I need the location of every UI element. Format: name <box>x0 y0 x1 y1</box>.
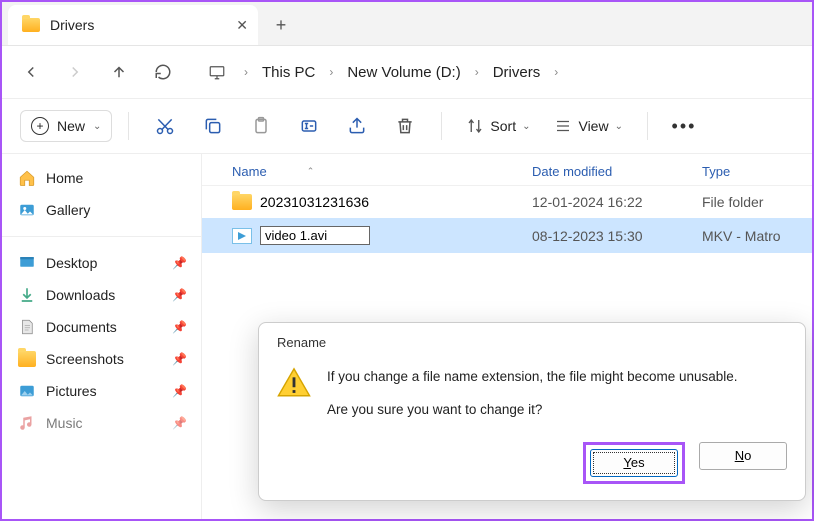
sort-button[interactable]: Sort ⌄ <box>458 111 538 141</box>
chevron-down-icon: ⌄ <box>615 121 623 132</box>
forward-button[interactable] <box>56 53 94 91</box>
column-type[interactable]: Type <box>702 164 792 179</box>
pin-icon: 📌 <box>172 320 187 334</box>
column-name[interactable]: Name⌃ <box>232 164 532 179</box>
sidebar-item-label: Gallery <box>46 202 90 218</box>
pin-icon: 📌 <box>172 384 187 398</box>
plus-circle-icon: + <box>31 117 49 135</box>
dialog-text: If you change a file name extension, the… <box>327 366 738 422</box>
documents-icon <box>18 319 36 335</box>
folder-icon <box>232 194 252 210</box>
file-type: File folder <box>702 194 792 210</box>
no-button[interactable]: No <box>699 442 787 470</box>
gallery-icon <box>18 202 36 218</box>
rename-input[interactable] <box>260 226 370 245</box>
cut-button[interactable] <box>145 106 185 146</box>
chevron-right-icon[interactable]: › <box>550 65 562 79</box>
file-name: 20231031231636 <box>260 194 369 210</box>
tab-drivers[interactable]: Drivers ✕ <box>8 5 258 45</box>
column-headers: Name⌃ Date modified Type <box>202 154 812 186</box>
copy-button[interactable] <box>193 106 233 146</box>
sidebar-item-downloads[interactable]: Downloads 📌 <box>2 279 201 311</box>
file-date: 08-12-2023 15:30 <box>532 228 702 244</box>
sidebar-item-desktop[interactable]: Desktop 📌 <box>2 247 201 279</box>
chevron-right-icon[interactable]: › <box>471 65 483 79</box>
separator <box>441 112 442 140</box>
new-label: New <box>57 118 85 134</box>
up-button[interactable] <box>100 53 138 91</box>
sidebar-item-label: Home <box>46 170 83 186</box>
video-icon <box>232 228 252 244</box>
sort-indicator-icon: ⌃ <box>307 166 315 177</box>
sidebar-item-home[interactable]: Home <box>2 162 201 194</box>
separator <box>2 236 201 237</box>
music-icon <box>18 415 36 431</box>
folder-icon <box>22 18 40 32</box>
chevron-right-icon[interactable]: › <box>240 65 252 79</box>
sidebar-item-gallery[interactable]: Gallery <box>2 194 201 226</box>
sidebar-item-label: Downloads <box>46 287 115 303</box>
sort-icon <box>466 117 484 135</box>
folder-icon <box>18 351 36 367</box>
dialog-line1: If you change a file name extension, the… <box>327 366 738 389</box>
column-date[interactable]: Date modified <box>532 164 702 179</box>
sidebar-item-label: Music <box>46 415 83 431</box>
pictures-icon <box>18 383 36 399</box>
file-date: 12-01-2024 16:22 <box>532 194 702 210</box>
file-row[interactable]: 20231031231636 12-01-2024 16:22 File fol… <box>202 186 812 218</box>
new-button[interactable]: + New ⌄ <box>20 110 112 142</box>
sidebar-item-label: Pictures <box>46 383 97 399</box>
yes-button[interactable]: Yes <box>590 449 678 477</box>
view-icon <box>554 117 572 135</box>
yes-highlight: Yes <box>583 442 685 484</box>
separator <box>647 112 648 140</box>
pin-icon: 📌 <box>172 288 187 302</box>
pin-icon: 📌 <box>172 416 187 430</box>
delete-button[interactable] <box>385 106 425 146</box>
tab-title: Drivers <box>50 17 94 33</box>
downloads-icon <box>18 287 36 303</box>
pin-icon: 📌 <box>172 352 187 366</box>
paste-button[interactable] <box>241 106 281 146</box>
dialog-title: Rename <box>259 323 805 356</box>
close-tab-icon[interactable]: ✕ <box>236 17 248 34</box>
home-icon <box>18 170 36 186</box>
warning-icon <box>277 366 311 400</box>
tab-bar: Drivers ✕ + <box>2 2 812 46</box>
dialog-line2: Are you sure you want to change it? <box>327 399 738 422</box>
file-type: MKV - Matro <box>702 228 792 244</box>
rename-dialog: Rename If you change a file name extensi… <box>258 322 806 501</box>
toolbar: + New ⌄ Sort ⌄ View ⌄ ••• <box>2 98 812 154</box>
chevron-down-icon: ⌄ <box>522 121 530 132</box>
rename-button[interactable] <box>289 106 329 146</box>
file-row-selected[interactable]: 08-12-2023 15:30 MKV - Matro <box>202 218 812 253</box>
sidebar-item-label: Screenshots <box>46 351 124 367</box>
crumb-this-pc[interactable]: This PC <box>256 60 321 85</box>
new-tab-button[interactable]: + <box>264 8 298 42</box>
pin-icon: 📌 <box>172 256 187 270</box>
separator <box>128 112 129 140</box>
view-button[interactable]: View ⌄ <box>546 111 630 141</box>
crumb-volume[interactable]: New Volume (D:) <box>341 60 466 85</box>
breadcrumb: › This PC › New Volume (D:) › Drivers › <box>198 53 562 91</box>
sidebar-item-label: Desktop <box>46 255 97 271</box>
pc-icon[interactable] <box>198 53 236 91</box>
chevron-right-icon[interactable]: › <box>325 65 337 79</box>
sidebar-item-documents[interactable]: Documents 📌 <box>2 311 201 343</box>
crumb-drivers[interactable]: Drivers <box>487 60 547 85</box>
sidebar-item-label: Documents <box>46 319 117 335</box>
share-button[interactable] <box>337 106 377 146</box>
refresh-button[interactable] <box>144 53 182 91</box>
sidebar-item-music[interactable]: Music 📌 <box>2 407 201 439</box>
sidebar: Home Gallery Desktop 📌 Downloads 📌 Docum… <box>2 154 202 519</box>
desktop-icon <box>18 255 36 271</box>
back-button[interactable] <box>12 53 50 91</box>
sidebar-item-screenshots[interactable]: Screenshots 📌 <box>2 343 201 375</box>
nav-bar: › This PC › New Volume (D:) › Drivers › <box>2 46 812 98</box>
more-button[interactable]: ••• <box>664 106 704 146</box>
sidebar-item-pictures[interactable]: Pictures 📌 <box>2 375 201 407</box>
chevron-down-icon: ⌄ <box>93 121 101 132</box>
